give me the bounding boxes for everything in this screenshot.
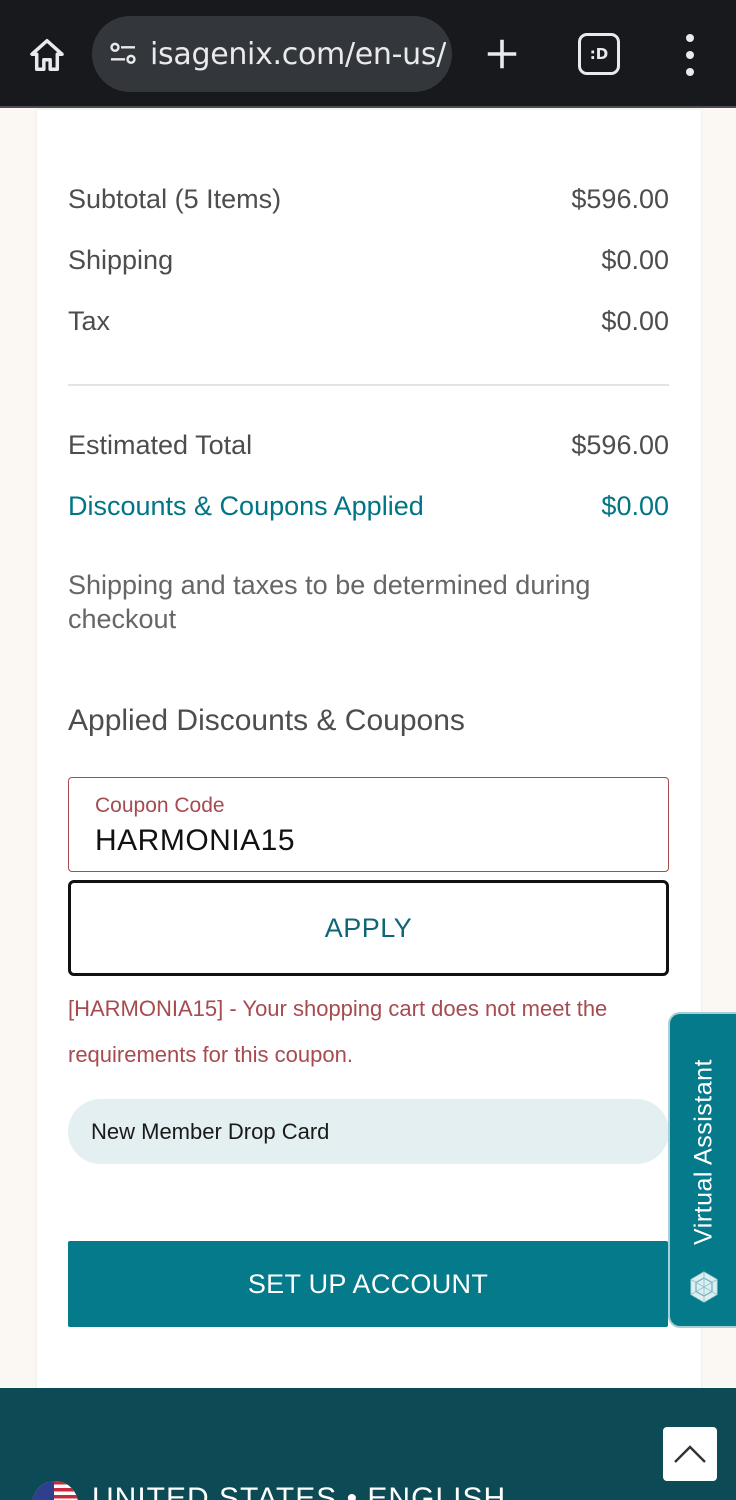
tax-row: Tax $0.00 [68,306,669,337]
home-icon [30,39,64,71]
home-button[interactable] [22,30,72,80]
subtotal-label: Subtotal (5 Items) [68,184,282,214]
coupon-error-message: [HARMONIA15] - Your shopping cart does n… [68,996,608,1067]
us-flag-icon [32,1481,78,1500]
new-tab-button[interactable] [478,30,526,78]
url-text[interactable]: isagenix.com/en-us/ [150,37,446,72]
shipping-row: Shipping $0.00 [68,245,669,276]
discounts-label: Discounts & Coupons Applied [68,491,424,521]
tax-value: $0.00 [601,306,669,336]
set-up-account-button[interactable]: SET UP ACCOUNT [68,1241,668,1327]
discounts-value: $0.00 [601,491,669,521]
coupon-code-input[interactable]: HARMONIA15 [95,824,635,858]
coupon-code-label: Coupon Code [95,794,225,817]
shipping-label: Shipping [68,245,174,275]
estimated-total-row: Estimated Total $596.00 [68,430,669,461]
subtotal-row: Subtotal (5 Items) $596.00 [68,184,669,215]
shipping-tax-note: Shipping and taxes to be determined duri… [68,570,591,634]
discounts-row: Discounts & Coupons Applied $0.00 [68,491,669,522]
coupons-heading: Applied Discounts & Coupons [68,704,465,737]
region-language-selector[interactable]: UNITED STATES • ENGLISH [92,1482,506,1500]
back-to-top-button[interactable] [661,1425,719,1483]
coupon-code-field[interactable]: Coupon Code HARMONIA15 [68,777,669,872]
virtual-assistant-tab[interactable]: Virtual Assistant [668,1012,736,1328]
tab-switcher-button[interactable]: :D [578,33,620,75]
chevron-up-icon [674,1445,706,1463]
tax-label: Tax [68,306,111,336]
new-member-drop-card-chip[interactable]: New Member Drop Card [68,1099,669,1164]
subtotal-value: $596.00 [571,184,669,214]
divider [68,384,669,386]
more-vert-icon[interactable] [672,34,708,76]
estimated-total-value: $596.00 [571,430,669,460]
site-footer: UNITED STATES • ENGLISH [0,1388,736,1500]
plus-icon [487,39,517,69]
shipping-value: $0.00 [601,245,669,275]
tune-icon[interactable] [106,37,140,71]
estimated-total-label: Estimated Total [68,430,253,460]
virtual-assistant-label: Virtual Assistant [689,1059,718,1245]
browser-toolbar: isagenix.com/en-us/ :D [0,0,736,108]
address-bar[interactable]: isagenix.com/en-us/ [92,16,452,92]
apply-button[interactable]: APPLY [68,880,669,976]
order-summary-card: Subtotal (5 Items) $596.00 Shipping $0.0… [37,110,701,1388]
assistant-logo-icon [690,1271,718,1303]
